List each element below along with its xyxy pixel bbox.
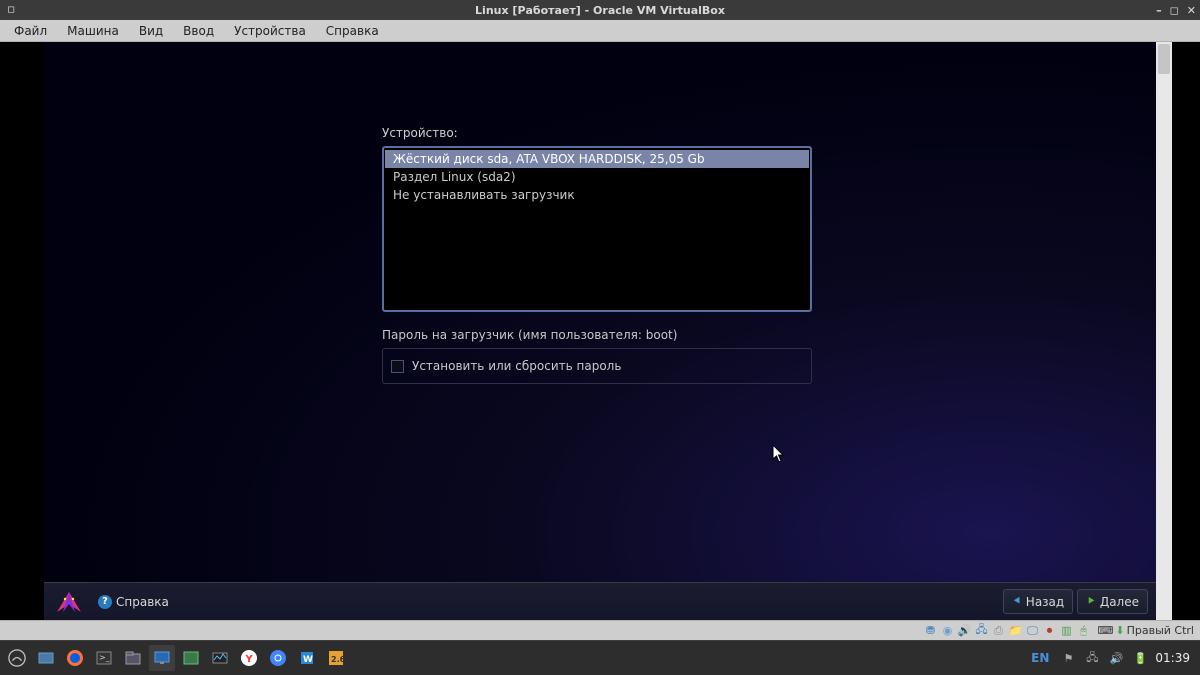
keyboard-icon: ⌨ [1098,624,1114,637]
installer-footer: ? Справка ⯇ Назад ⯈ Далее [44,582,1156,620]
vb-statusbar: ⛃ ◉ 🔊 🖧 ⎙ 📁 🖵 ⏺ ▥ 🖰 ⌨ ⬇ Правый Ctrl [0,620,1200,640]
volume-tray-icon[interactable]: 🔊 [1107,645,1125,671]
bootloader-form: Устройство: Жёсткий диск sda, ATA VBOX H… [382,126,812,384]
taskbar-update-button[interactable]: 2.6 [323,645,349,671]
display-icon[interactable]: 🖵 [1026,624,1040,638]
menubar: Файл Машина Вид Ввод Устройства Справка [0,20,1200,42]
battery-tray-icon[interactable]: 🔋 [1131,645,1149,671]
keyboard-layout-indicator[interactable]: EN [1027,651,1053,665]
svg-text:>_: >_ [99,653,111,662]
recording-icon[interactable]: ⏺ [1043,624,1057,638]
svg-text:2.6: 2.6 [331,655,345,664]
device-label: Устройство: [382,126,812,140]
back-button[interactable]: ⯇ Назад [1003,589,1073,614]
taskbar-clock[interactable]: 01:39 [1155,651,1196,665]
password-box: Установить или сбросить пароль [382,348,812,384]
menu-file[interactable]: Файл [6,22,55,40]
taskbar-app3-button[interactable]: W [294,645,320,671]
window-menu-icon[interactable]: ◻ [4,3,18,17]
show-desktop-button[interactable] [33,645,59,671]
taskbar-vbox-button[interactable] [149,645,175,671]
guest-screen[interactable]: Устройство: Жёсткий диск sda, ATA VBOX H… [44,42,1156,620]
arrow-right-icon: ⯈ [1086,594,1096,609]
audio-icon[interactable]: 🔊 [958,624,972,638]
shared-folder-icon[interactable]: 📁 [1009,624,1023,638]
help-button[interactable]: ? Справка [92,592,175,612]
optical-icon[interactable]: ◉ [941,624,955,638]
menu-devices[interactable]: Устройства [226,22,314,40]
device-item-2[interactable]: Не устанавливать загрузчик [385,186,809,204]
back-label: Назад [1026,595,1064,609]
mouse-cursor-icon [772,444,786,468]
mouse-integration-icon[interactable]: 🖰 [1077,624,1091,638]
distro-logo [52,589,86,615]
close-button[interactable]: ✕ [1187,4,1196,17]
yandex-button[interactable]: Y [236,645,262,671]
usb-icon[interactable]: ⎙ [992,624,1006,638]
menu-machine[interactable]: Машина [59,22,127,40]
svg-text:Y: Y [245,654,254,665]
help-icon: ? [98,595,112,609]
password-checkbox[interactable] [391,360,404,373]
virtualbox-window: ◻ Linux [Работает] - Oracle VM VirtualBo… [0,0,1200,640]
app-menu-button[interactable] [4,645,30,671]
host-taskbar: >_ Y W 2.6 EN ⚑ 🖧 🔊 🔋 01:39 [0,640,1200,675]
network-icon[interactable]: 🖧 [975,624,989,638]
tray-notification-icon[interactable]: ⚑ [1059,645,1077,671]
titlebar[interactable]: ◻ Linux [Работает] - Oracle VM VirtualBo… [0,0,1200,20]
taskbar-monitor-button[interactable] [207,645,233,671]
menu-help[interactable]: Справка [318,22,387,40]
password-checkbox-label[interactable]: Установить или сбросить пароль [412,359,621,373]
help-label: Справка [116,595,169,609]
scrollbar-thumb[interactable] [1158,44,1170,74]
device-item-1[interactable]: Раздел Linux (sda2) [385,168,809,186]
next-button[interactable]: ⯈ Далее [1077,589,1148,614]
firefox-button[interactable] [62,645,88,671]
menu-input[interactable]: Ввод [175,22,222,40]
host-key-indicator[interactable]: ⌨ ⬇ Правый Ctrl [1098,624,1195,637]
chromium-button[interactable] [265,645,291,671]
taskbar-app2-button[interactable] [178,645,204,671]
device-item-0[interactable]: Жёсткий диск sda, ATA VBOX HARDDISK, 25,… [385,150,809,168]
vm-scrollbar[interactable] [1156,42,1172,620]
network-tray-icon[interactable]: 🖧 [1083,645,1101,671]
password-section-label: Пароль на загрузчик (имя пользователя: b… [382,328,812,342]
arrow-left-icon: ⯇ [1012,594,1022,609]
svg-text:W: W [303,655,313,665]
minimize-button[interactable]: – [1156,4,1162,17]
maximize-button[interactable]: ◻ [1170,4,1179,17]
next-label: Далее [1100,595,1139,609]
cpu-icon[interactable]: ▥ [1060,624,1074,638]
vm-display-area: Устройство: Жёсткий диск sda, ATA VBOX H… [0,42,1200,620]
terminal-button[interactable]: >_ [91,645,117,671]
files-button[interactable] [120,645,146,671]
hdd-icon[interactable]: ⛃ [924,624,938,638]
menu-view[interactable]: Вид [131,22,171,40]
device-listbox[interactable]: Жёсткий диск sda, ATA VBOX HARDDISK, 25,… [382,146,812,312]
window-title: Linux [Работает] - Oracle VM VirtualBox [0,4,1200,17]
